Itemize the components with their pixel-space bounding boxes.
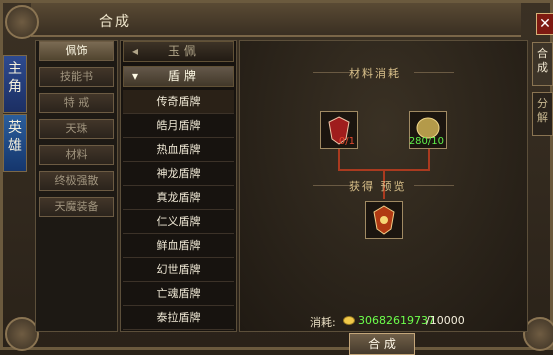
category-demon-gear[interactable]: 天魔装备 xyxy=(39,197,114,217)
dragon-ornament-icon xyxy=(5,317,39,351)
tab-hero-main[interactable]: 主角 xyxy=(3,55,27,113)
list-item[interactable]: 传奇盾牌 xyxy=(123,90,234,114)
material-slot-stone[interactable]: 280/10 xyxy=(409,111,447,149)
gold-ingot-icon xyxy=(343,316,355,325)
legend-shield-icon xyxy=(373,205,395,235)
preview-title: 获得 预览 xyxy=(349,180,407,193)
tab-craft[interactable]: 合成 xyxy=(532,42,553,86)
connector-line xyxy=(428,149,430,171)
tab-decompose[interactable]: 分解 xyxy=(532,92,553,136)
close-button[interactable]: ✕ xyxy=(536,13,553,35)
cost-current: 30682619737 xyxy=(358,314,435,327)
group-jade-pendant[interactable]: ◂ 玉 佩 xyxy=(123,41,234,62)
materials-title: 材料消耗 xyxy=(349,67,401,80)
divider xyxy=(313,185,353,186)
category-skill-book[interactable]: 技能书 xyxy=(39,67,114,87)
category-accessories[interactable]: 佩饰 xyxy=(39,41,114,61)
list-item[interactable]: 幻世盾牌 xyxy=(123,258,234,282)
list-item[interactable]: 神龙盾牌 xyxy=(123,162,234,186)
list-item[interactable]: 仁义盾牌 xyxy=(123,210,234,234)
cost-label: 消耗: xyxy=(310,316,336,329)
tab-hero-companion[interactable]: 英雄 xyxy=(3,114,27,172)
material-slot-shield[interactable]: 0/1 xyxy=(320,111,358,149)
dragon-ornament-icon xyxy=(5,5,39,39)
divider xyxy=(414,72,454,73)
connector-line xyxy=(338,149,340,171)
list-item[interactable]: 泰拉盾牌 xyxy=(123,306,234,330)
chevron-left-icon: ◂ xyxy=(132,44,139,58)
group-shield[interactable]: ▾ 盾 牌 xyxy=(123,66,234,87)
category-ultimate[interactable]: 终极强散 xyxy=(39,171,114,191)
list-item[interactable]: 鲜血盾牌 xyxy=(123,234,234,258)
title-bar: 合成 xyxy=(31,3,521,37)
category-panel: 佩饰 技能书 特 戒 天珠 材料 终极强散 天魔装备 xyxy=(35,40,118,332)
craft-button[interactable]: 合 成 xyxy=(349,333,415,355)
cost-total: /10000 xyxy=(426,314,465,327)
list-item[interactable]: 皓月盾牌 xyxy=(123,114,234,138)
list-item[interactable]: 真龙盾牌 xyxy=(123,186,234,210)
result-slot[interactable] xyxy=(365,201,403,239)
crafting-window: 合成 ✕ 主角 英雄 合成 分解 佩饰 技能书 特 戒 天珠 材料 终极强散 天… xyxy=(0,0,553,355)
chevron-down-icon: ▾ xyxy=(132,69,139,83)
category-heaven-bead[interactable]: 天珠 xyxy=(39,119,114,139)
category-materials[interactable]: 材料 xyxy=(39,145,114,165)
main-panel: 材料消耗 0/1 280/10 获得 预览 消耗: 30682619737 /1… xyxy=(239,40,528,355)
window-title: 合成 xyxy=(99,14,131,30)
list-item[interactable]: 热血盾牌 xyxy=(123,138,234,162)
category-special-ring[interactable]: 特 戒 xyxy=(39,93,114,113)
list-item[interactable]: 亡魂盾牌 xyxy=(123,282,234,306)
item-list-panel: ◂ 玉 佩 ▾ 盾 牌 传奇盾牌 皓月盾牌 热血盾牌 神龙盾牌 真龙盾牌 仁义盾… xyxy=(120,40,237,332)
divider xyxy=(313,72,353,73)
divider xyxy=(414,185,454,186)
